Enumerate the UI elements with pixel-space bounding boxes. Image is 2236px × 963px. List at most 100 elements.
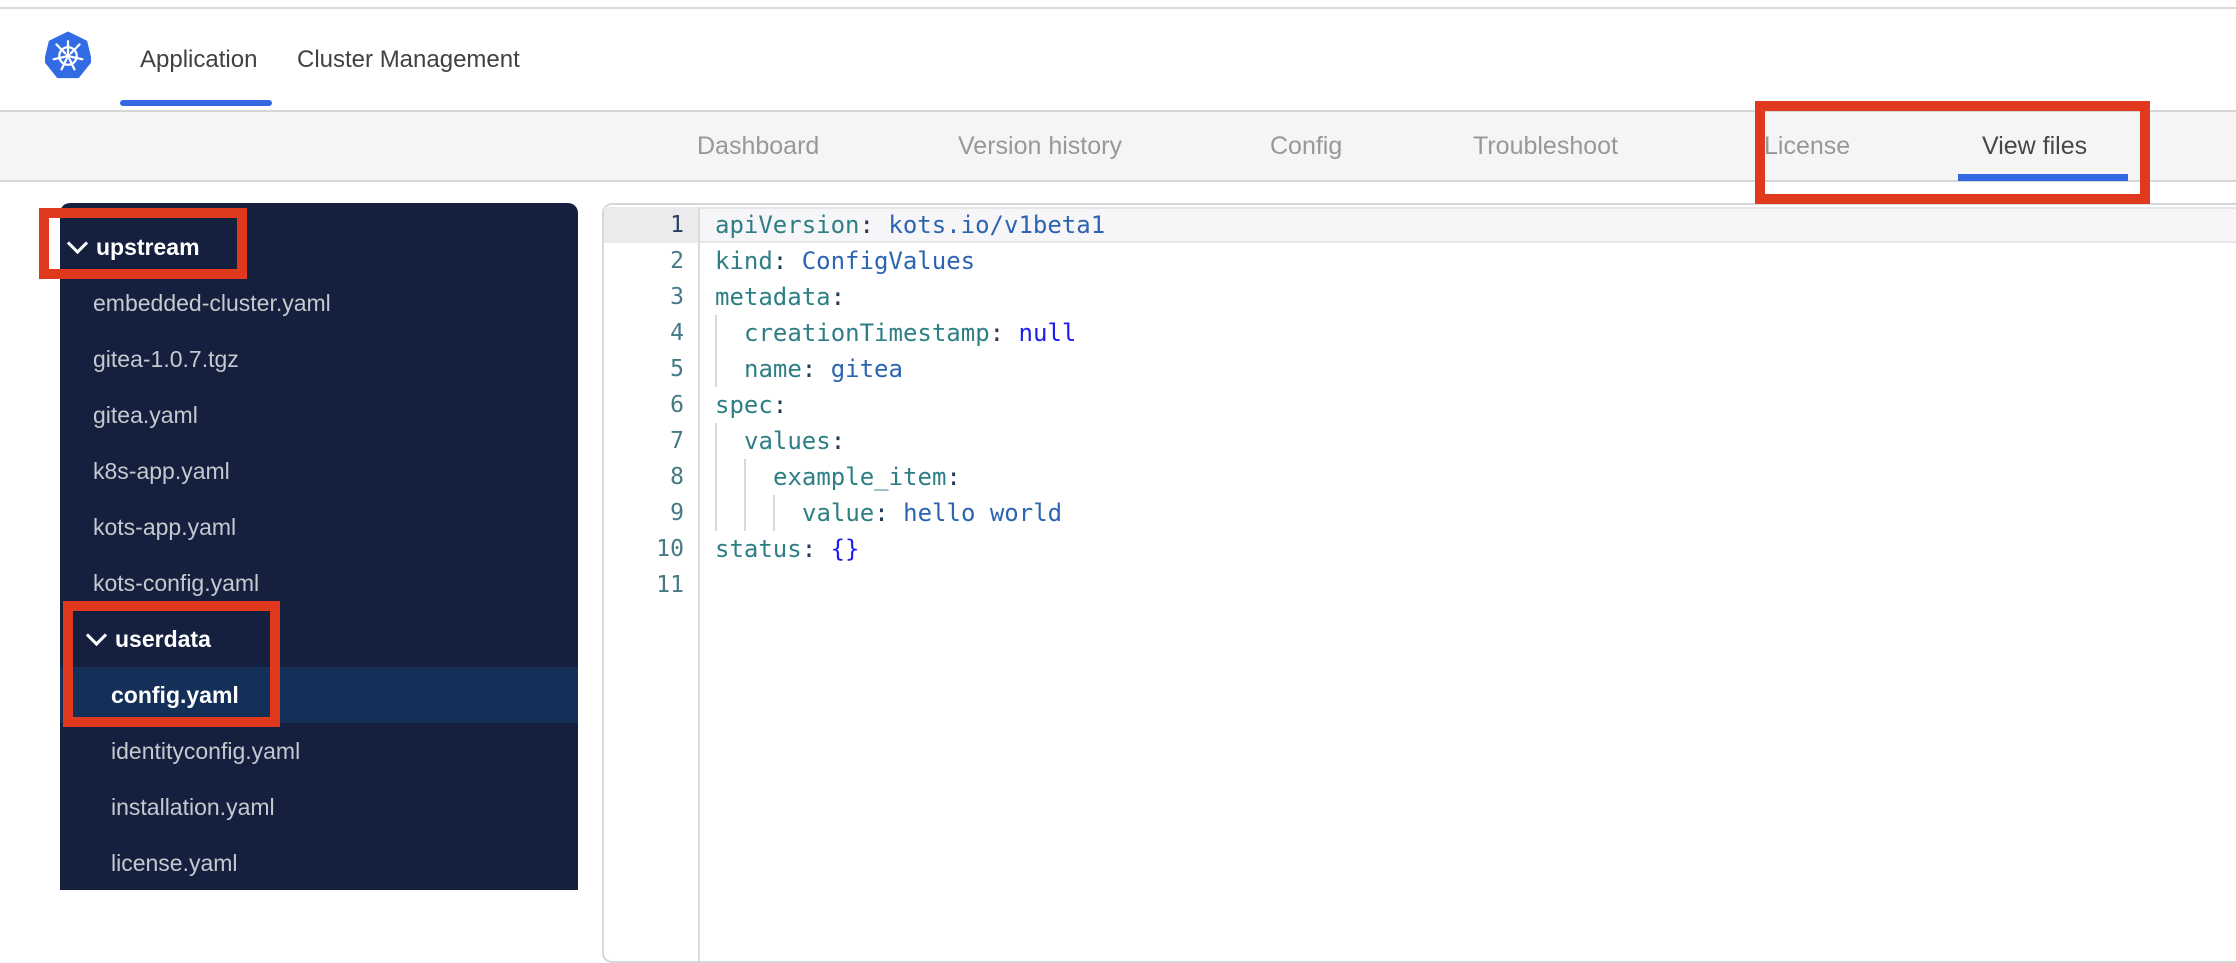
- gutter-filler: [604, 603, 700, 961]
- tree-item-gitea-yaml[interactable]: gitea.yaml: [60, 387, 578, 443]
- nav-tab-troubleshoot[interactable]: Troubleshoot: [1473, 112, 1618, 180]
- code-token: :: [801, 355, 831, 383]
- indent-guide: [715, 351, 744, 387]
- nav-tab-config[interactable]: Config: [1270, 112, 1342, 180]
- tree-item-label: userdata: [115, 625, 211, 652]
- code-token: values: [744, 427, 831, 455]
- nav-tab-label: Dashboard: [697, 131, 820, 160]
- code-token: kind: [715, 247, 773, 275]
- nav-tab-bar: Dashboard Version history Config Troublesho…: [0, 112, 2236, 180]
- tree-item-label: identityconfig.yaml: [111, 737, 301, 764]
- code-token: value: [802, 499, 875, 527]
- code-line-content: spec:: [700, 387, 2236, 423]
- code-token: {}: [830, 535, 860, 563]
- indent-guide: [715, 315, 744, 351]
- code-token: :: [772, 247, 802, 275]
- code-token: :: [801, 535, 831, 563]
- chevron-down-icon[interactable]: [85, 624, 108, 646]
- code-line-content: metadata:: [700, 279, 2236, 315]
- code-line-6: 6 spec:: [604, 387, 2236, 423]
- code-line-9: 9 value: hello world: [604, 495, 2236, 531]
- code-line-4: 4 creationTimestamp: null: [604, 315, 2236, 351]
- header-tab-cluster-management[interactable]: Cluster Management: [297, 9, 520, 110]
- code-line-8: 8 example_item:: [604, 459, 2236, 495]
- tree-item-upstream[interactable]: upstream: [60, 219, 578, 275]
- tree-item-k8s-app-yaml[interactable]: k8s-app.yaml: [60, 443, 578, 499]
- line-number: 1: [604, 207, 700, 243]
- code-rows: 1 apiVersion: kots.io/v1beta1 2 kind: Confi…: [604, 207, 2236, 961]
- tree-item-identityconfig-yaml[interactable]: identityconfig.yaml: [60, 723, 578, 779]
- indent-guide: [715, 423, 744, 459]
- code-filler-body: [700, 603, 2236, 961]
- code-token: kots.io/v1beta1: [888, 211, 1106, 239]
- file-tree: upstream embedded-cluster.yaml gitea-1.0.7…: [60, 219, 578, 891]
- file-tree-sidebar: upstream embedded-cluster.yaml gitea-1.0.7…: [60, 203, 578, 890]
- code-line-content: kind: ConfigValues: [700, 243, 2236, 279]
- tree-item-kots-config-yaml[interactable]: kots-config.yaml: [60, 555, 578, 611]
- line-number: 6: [604, 387, 700, 423]
- code-line-content: name: gitea: [700, 351, 2236, 387]
- app-nav-bar: Dashboard Version history Config Troublesho…: [0, 110, 2236, 182]
- tree-item-userdata[interactable]: userdata: [60, 611, 578, 667]
- tree-item-installation-yaml[interactable]: installation.yaml: [60, 779, 578, 835]
- code-line-content: example_item:: [700, 459, 2236, 495]
- header-tab-bar: Application Cluster Management: [0, 9, 2236, 110]
- header-tab-label: Application: [140, 45, 258, 73]
- code-token: metadata: [715, 283, 831, 311]
- tree-item-label: config.yaml: [111, 681, 239, 708]
- tree-item-label: license.yaml: [111, 849, 238, 876]
- tree-item-embedded-cluster-yaml[interactable]: embedded-cluster.yaml: [60, 275, 578, 331]
- tree-item-label: kots-config.yaml: [93, 569, 260, 596]
- nav-tab-view-files[interactable]: View files: [1982, 112, 2087, 180]
- code-token: spec: [715, 391, 773, 419]
- tree-item-label: embedded-cluster.yaml: [93, 289, 331, 316]
- chevron-down-icon[interactable]: [66, 232, 89, 254]
- tree-item-gitea-1-0-7-tgz[interactable]: gitea-1.0.7.tgz: [60, 331, 578, 387]
- header-tab-application[interactable]: Application: [140, 9, 257, 110]
- line-number: 11: [604, 567, 700, 603]
- application-tab-active-underline: [120, 100, 272, 106]
- code-token: :: [874, 499, 904, 527]
- nav-tab-label: License: [1764, 131, 1851, 160]
- code-token: null: [1018, 319, 1077, 347]
- code-line-content: status: {}: [700, 531, 2236, 567]
- tree-item-label: upstream: [96, 233, 200, 260]
- code-token: ConfigValues: [801, 247, 976, 275]
- code-token: :: [946, 463, 961, 491]
- nav-tab-version-history[interactable]: Version history: [958, 112, 1122, 180]
- tree-item-label: k8s-app.yaml: [93, 457, 230, 484]
- nav-tab-label: View files: [1982, 131, 2088, 160]
- code-line-3: 3 metadata:: [604, 279, 2236, 315]
- code-token: apiVersion: [715, 211, 860, 239]
- code-token: status: [715, 535, 802, 563]
- nav-tab-label: Config: [1270, 131, 1343, 160]
- indent-guide: [715, 459, 773, 495]
- code-line-5: 5 name: gitea: [604, 351, 2236, 387]
- header-tab-label: Cluster Management: [297, 45, 520, 73]
- nav-tab-license[interactable]: License: [1764, 112, 1850, 180]
- code-line-content: apiVersion: kots.io/v1beta1: [700, 207, 2236, 243]
- code-line-1: 1 apiVersion: kots.io/v1beta1: [604, 207, 2236, 243]
- code-token: :: [830, 427, 846, 455]
- app-header: Application Cluster Management: [0, 9, 2236, 112]
- line-number: 10: [604, 531, 700, 567]
- code-token: :: [772, 391, 788, 419]
- nav-tab-label: Troubleshoot: [1473, 131, 1618, 160]
- code-token: hello world: [903, 499, 1063, 527]
- code-token: name: [744, 355, 802, 383]
- code-token: creationTimestamp: [744, 319, 990, 347]
- code-line-2: 2 kind: ConfigValues: [604, 243, 2236, 279]
- code-line-11: 11: [604, 567, 2236, 603]
- line-number: 4: [604, 315, 700, 351]
- code-line-10: 10 status: {}: [604, 531, 2236, 567]
- tree-item-config-yaml[interactable]: config.yaml: [60, 667, 578, 723]
- code-line-7: 7 values:: [604, 423, 2236, 459]
- code-line-content: [700, 567, 2236, 603]
- line-number: 2: [604, 243, 700, 279]
- yaml-code-editor[interactable]: 1 apiVersion: kots.io/v1beta1 2 kind: Confi…: [602, 203, 2236, 963]
- line-number: 8: [604, 459, 700, 495]
- tree-item-kots-app-yaml[interactable]: kots-app.yaml: [60, 499, 578, 555]
- indent-guide: [715, 495, 802, 531]
- tree-item-license-yaml[interactable]: license.yaml: [60, 835, 578, 891]
- nav-tab-dashboard[interactable]: Dashboard: [697, 112, 819, 180]
